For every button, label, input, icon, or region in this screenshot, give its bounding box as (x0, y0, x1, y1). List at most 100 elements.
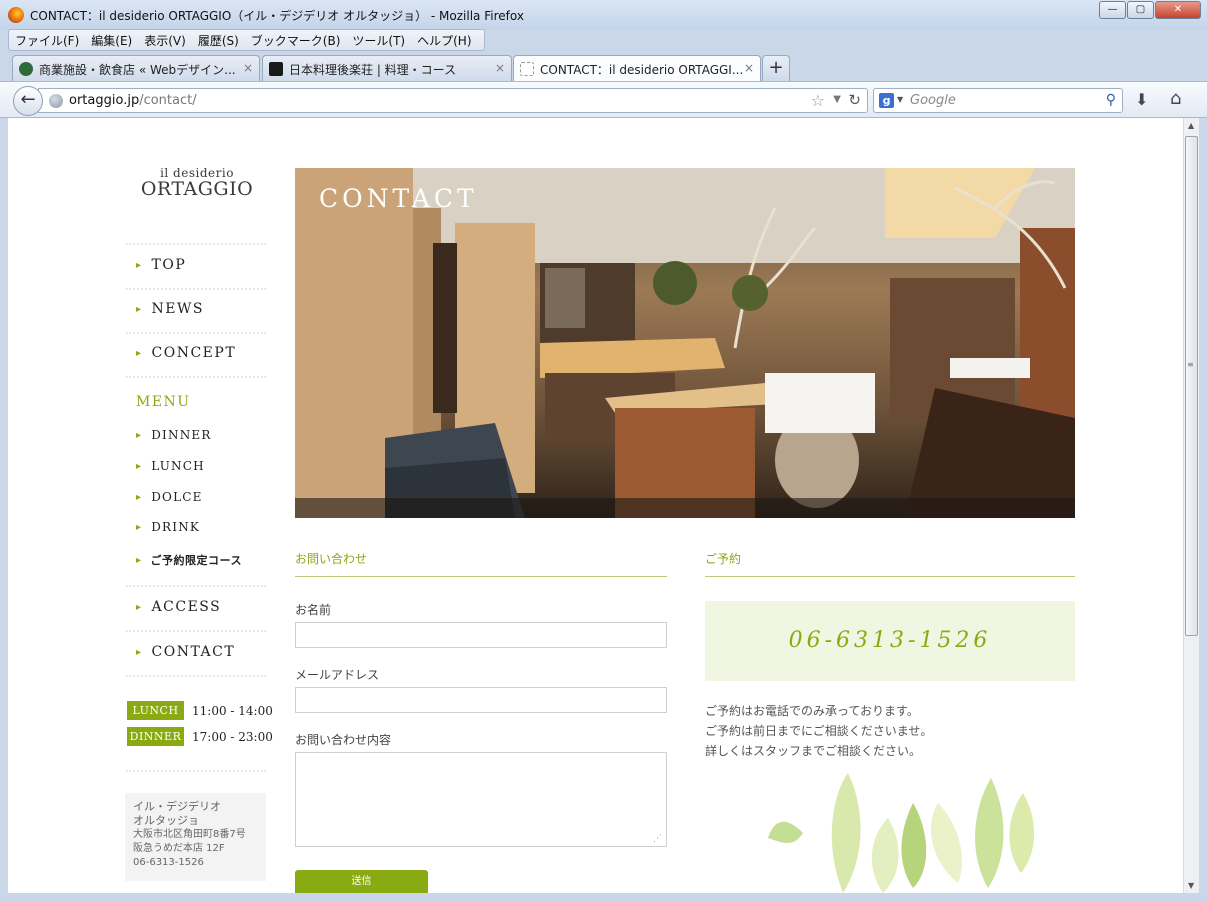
nav-drink[interactable]: DRINK (136, 520, 200, 534)
divider (126, 376, 266, 378)
new-tab-button[interactable]: + (762, 55, 790, 82)
search-icon[interactable]: ⚲ (1106, 92, 1116, 108)
restaurant-name: イル・デジデリオ (133, 800, 221, 813)
reservation-note-3: 詳しくはスタッフまでご相談ください。 (705, 744, 922, 758)
bookmark-star-icon[interactable]: ☆ (811, 91, 825, 110)
menu-help[interactable]: ヘルプ(H) (411, 30, 477, 50)
scroll-thumb[interactable] (1185, 136, 1198, 636)
lunch-time: 11:00 - 14:00 (192, 703, 273, 718)
site-logo[interactable]: il desiderio ORTAGGIO (135, 166, 259, 200)
message-label: お問い合わせ内容 (295, 733, 392, 747)
dinner-time: 17:00 - 23:00 (192, 729, 273, 744)
nav-top[interactable]: TOP (136, 257, 186, 273)
tab-webdesign[interactable]: 商業施設・飲食店 « Webデザイン... × (12, 55, 260, 82)
dinner-hours: DINNER 17:00 - 23:00 (127, 727, 273, 746)
scroll-grip-icon: ≡ (1187, 360, 1194, 369)
url-bar[interactable]: ortaggio.jp/contact/ ☆ ▼ ↻ (38, 88, 868, 113)
reservation-note-2: ご予約は前日までにご相談くださいませ。 (705, 724, 933, 738)
tab-close-icon[interactable]: × (495, 61, 505, 75)
tab-label: 商業施設・飲食店 « Webデザイン... (39, 63, 236, 77)
menu-bookmarks[interactable]: ブックマーク(B) (245, 30, 347, 50)
divider (126, 675, 266, 677)
globe-icon (49, 94, 63, 108)
hero-image: CONTACT (295, 168, 1075, 518)
submit-button[interactable]: 送信 (295, 870, 428, 893)
restaurant-interior-illustration (295, 168, 1075, 518)
url-text: ortaggio.jp/contact/ (69, 93, 197, 108)
tab-label: CONTACT：il desiderio ORTAGGI... (540, 63, 744, 77)
reservation-heading: ご予約 (705, 550, 1075, 577)
reload-icon[interactable]: ↻ (848, 91, 861, 109)
window-bottom-frame (0, 893, 1207, 901)
name-label: お名前 (295, 603, 332, 617)
divider (126, 243, 266, 245)
close-window-button[interactable]: ✕ (1155, 1, 1201, 19)
lunch-badge: LUNCH (127, 701, 184, 720)
url-dropdown-icon[interactable]: ▼ (833, 94, 841, 105)
menu-edit[interactable]: 編集(E) (85, 30, 138, 50)
divider (126, 332, 266, 334)
reservation-note-1: ご予約はお電話でのみ承っております。 (705, 704, 919, 718)
tab-label: 日本料理後楽荘 | 料理・コース (289, 63, 457, 77)
divider (126, 585, 266, 587)
minimize-button[interactable]: — (1099, 1, 1126, 19)
download-arrow-icon[interactable]: ⬇ (1135, 90, 1148, 109)
firefox-logo-icon (8, 7, 24, 23)
address-building: 阪急うめだ本店 12F (133, 843, 225, 854)
nav-dinner[interactable]: DINNER (136, 428, 212, 442)
nav-contact[interactable]: CONTACT (136, 644, 235, 660)
nav-dolce[interactable]: DOLCE (136, 490, 203, 504)
lunch-hours: LUNCH 11:00 - 14:00 (127, 701, 273, 720)
tab-korakuso[interactable]: 日本料理後楽荘 | 料理・コース × (262, 55, 512, 82)
divider (126, 770, 266, 772)
search-bar[interactable]: g ▼ Google ⚲ (873, 88, 1123, 113)
window-controls: — ▢ ✕ (1099, 1, 1201, 19)
nav-concept[interactable]: CONCEPT (136, 345, 236, 361)
nav-lunch[interactable]: LUNCH (136, 459, 205, 473)
window-titlebar: CONTACT：il desiderio ORTAGGIO（イル・デジデリオ オ… (0, 0, 1207, 30)
home-icon[interactable]: ⌂ (1170, 88, 1181, 109)
nav-news[interactable]: NEWS (136, 301, 204, 317)
menu-bar: ファイル(F) 編集(E) 表示(V) 履歴(S) ブックマーク(B) ツール(… (8, 29, 485, 51)
google-icon[interactable]: g (879, 93, 894, 108)
menu-tools[interactable]: ツール(T) (346, 30, 411, 50)
search-engine-dropdown-icon[interactable]: ▼ (897, 95, 903, 104)
vertical-scrollbar[interactable]: ▲ ≡ ▼ (1183, 118, 1199, 893)
nav-access[interactable]: ACCESS (136, 599, 221, 615)
divider (126, 630, 266, 632)
tab-close-icon[interactable]: × (744, 61, 754, 75)
scroll-down-icon[interactable]: ▼ (1188, 881, 1194, 890)
address-box: イル・デジデリオ オルタッジョ 大阪市北区角田町8番7号 阪急うめだ本店 12F… (125, 793, 266, 881)
back-button[interactable]: ← (13, 86, 43, 116)
contact-form-heading: お問い合わせ (295, 550, 667, 577)
tab-contact[interactable]: CONTACT：il desiderio ORTAGGI... × (513, 55, 761, 83)
email-field[interactable] (295, 687, 667, 713)
dinner-badge: DINNER (127, 727, 184, 746)
restaurant-name-2: オルタッジョ (133, 814, 199, 827)
tab-strip: 商業施設・飲食店 « Webデザイン... × 日本料理後楽荘 | 料理・コース… (0, 53, 1207, 83)
menu-history[interactable]: 履歴(S) (192, 30, 245, 50)
nav-course[interactable]: ご予約限定コース (136, 552, 242, 568)
menu-file[interactable]: ファイル(F) (9, 30, 85, 50)
search-placeholder: Google (910, 93, 956, 108)
divider (126, 288, 266, 290)
leaves-decoration-icon (768, 773, 1035, 893)
menu-heading: MENU (136, 394, 191, 410)
reservation-phone: 06-6313-1526 (705, 601, 1075, 681)
message-textarea[interactable]: ⋰ (295, 752, 667, 847)
navigation-toolbar: ortaggio.jp/contact/ ☆ ▼ ↻ ← g ▼ Google … (0, 81, 1207, 118)
resize-grip-icon[interactable]: ⋰ (653, 834, 662, 844)
site-kanji-icon (269, 62, 283, 76)
menu-view[interactable]: 表示(V) (138, 30, 192, 50)
address-line: 大阪市北区角田町8番7号 (133, 829, 246, 840)
site-s-icon (19, 62, 33, 76)
hero-title: CONTACT (319, 184, 478, 213)
maximize-button[interactable]: ▢ (1127, 1, 1154, 19)
window-title: CONTACT：il desiderio ORTAGGIO（イル・デジデリオ オ… (30, 9, 524, 23)
scroll-up-icon[interactable]: ▲ (1188, 121, 1194, 130)
tab-close-icon[interactable]: × (243, 61, 253, 75)
email-label: メールアドレス (295, 668, 380, 682)
logo-big-text: ORTAGGIO (140, 178, 254, 200)
page-viewport: il desiderio ORTAGGIO TOP NEWS CONCEPT M… (8, 118, 1199, 893)
name-field[interactable] (295, 622, 667, 648)
